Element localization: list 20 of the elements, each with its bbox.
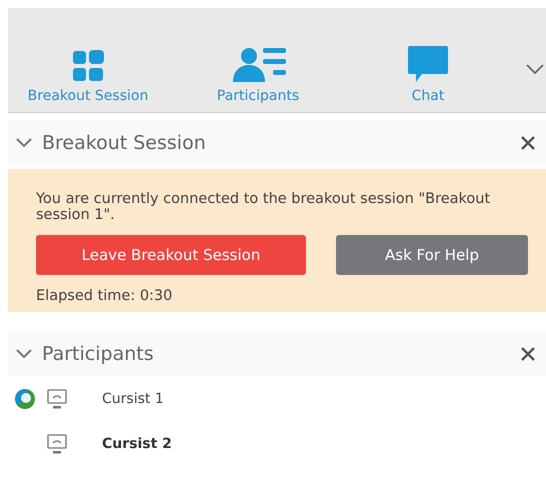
monitor-icon [46,432,68,454]
toolbar-tab[interactable]: Breakout Session [8,32,168,112]
elapsed-time: Elapsed time: 0:30 [36,288,174,304]
speech-bubble-icon [408,46,448,82]
panel-title: Breakout Session [42,132,207,154]
participant-name: Cursist 2 [102,436,172,452]
help-button[interactable]: Ask For Help [336,235,528,275]
leave-button[interactable]: Leave Breakout Session [36,235,306,275]
monitor-icon [46,388,68,410]
close-icon[interactable] [520,135,536,151]
chevron-down-icon[interactable] [16,349,32,359]
chevron-down-icon[interactable] [526,64,544,74]
close-icon[interactable] [520,346,536,362]
toolbar-tab[interactable]: Chat [348,32,508,112]
participant-name: Cursist 1 [102,390,164,406]
chevron-down-icon[interactable] [16,138,32,148]
status-message: You are currently connected to the breakout session "Breakout session 1". [36,191,492,223]
grid-icon [72,50,104,82]
panel-title: Participants [42,343,155,365]
toolbar-tab[interactable]: Participants [168,32,348,112]
